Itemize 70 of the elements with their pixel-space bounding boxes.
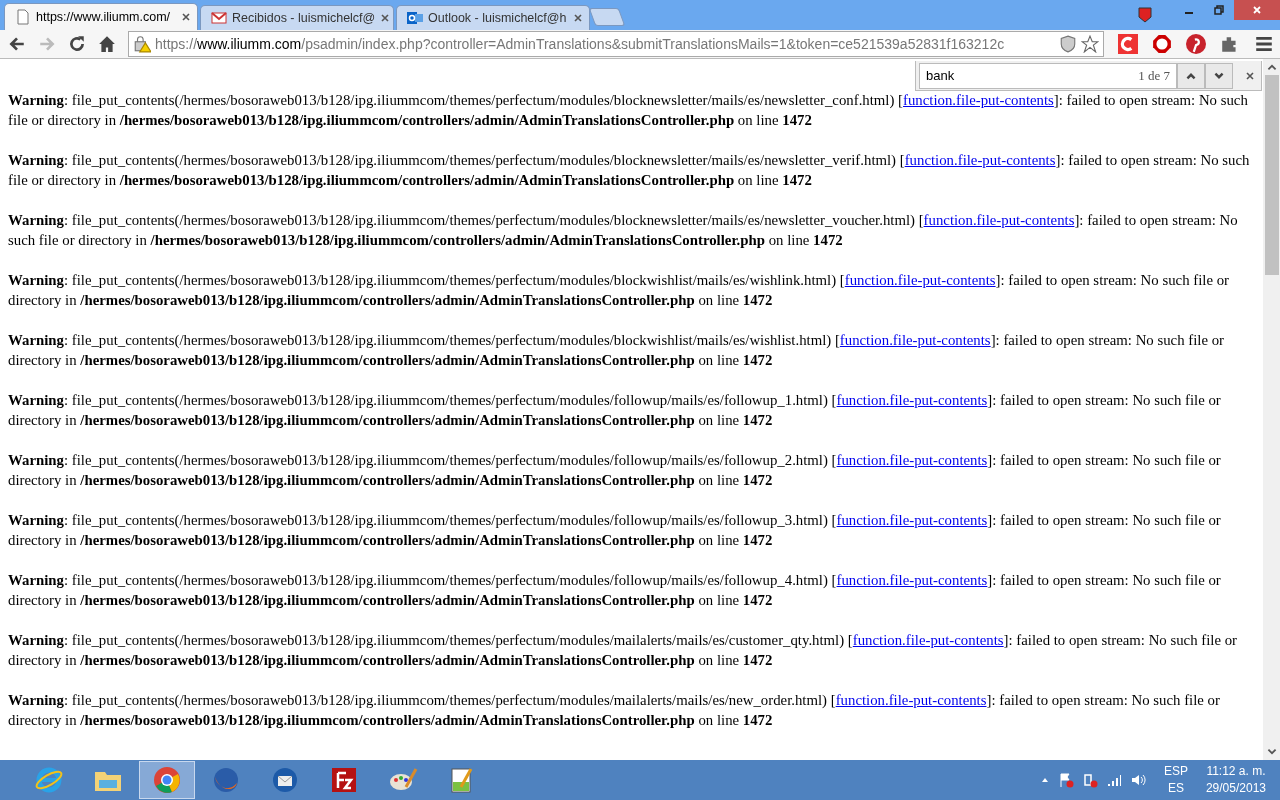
- extension-icon[interactable]: [1118, 34, 1138, 54]
- shield-icon[interactable]: [1138, 7, 1152, 23]
- browser-e-icon: [34, 765, 64, 795]
- signal-icon[interactable]: [1105, 772, 1122, 788]
- warning-message: Warning: file_put_contents(/hermes/bosoraweb013/b128/ipg.iliummcom/themes/perfectum/modules/followup/mails/es/followup_1.html) [function.file-put-contents]: failed to open stream: No such file or directory in /hermes/bosoraweb013/b128/ipg.iliummcom/controllers/admin/AdminTranslationsController.php on line 1472: [8, 391, 1222, 430]
- home-icon[interactable]: [98, 35, 116, 53]
- speaker-icon[interactable]: [1129, 772, 1146, 788]
- function-link[interactable]: function.file-put-contents: [844, 272, 996, 288]
- restore-icon: [1214, 5, 1224, 15]
- next-match-button[interactable]: [1205, 62, 1233, 89]
- clock[interactable]: 11:12 a. m. 29/05/2013: [1205, 763, 1266, 797]
- scrollbar[interactable]: [1263, 59, 1280, 760]
- stop-hand-icon[interactable]: [1152, 34, 1172, 54]
- ftp-fz-icon: [329, 765, 359, 795]
- outlook-icon: [407, 10, 423, 26]
- warning-message: Warning: file_put_contents(/hermes/bosoraweb013/b128/ipg.iliummcom/themes/perfectum/modules/followup/mails/es/followup_2.html) [function.file-put-contents]: failed to open stream: No such file or directory in /hermes/bosoraweb013/b128/ipg.iliummcom/controllers/admin/AdminTranslationsController.php on line 1472: [8, 451, 1222, 490]
- function-link[interactable]: function.file-put-contents: [835, 692, 987, 708]
- star-icon[interactable]: [1081, 35, 1099, 53]
- pin-logo-icon[interactable]: [1186, 34, 1206, 54]
- reload-icon[interactable]: [68, 35, 86, 53]
- plug-error-icon[interactable]: [1081, 772, 1098, 788]
- function-link[interactable]: function.file-put-contents: [836, 452, 988, 468]
- minimize-icon: [1184, 12, 1194, 14]
- warning-message: Warning: file_put_contents(/hermes/bosoraweb013/b128/ipg.iliummcom/themes/perfectum/modules/followup/mails/es/followup_3.html) [function.file-put-contents]: failed to open stream: No such file or directory in /hermes/bosoraweb013/b128/ipg.iliummcom/controllers/admin/AdminTranslationsController.php on line 1472: [8, 511, 1222, 550]
- close-button[interactable]: [1234, 0, 1280, 20]
- close-icon[interactable]: [181, 12, 191, 22]
- page-icon: [15, 9, 31, 25]
- scrollbar-thumb[interactable]: [1264, 75, 1279, 275]
- browser-tab[interactable]: https://www.iliumm.com/: [4, 3, 198, 30]
- function-link[interactable]: function.file-put-contents: [904, 152, 1056, 168]
- chrome-icon: [152, 765, 182, 795]
- back-icon[interactable]: [8, 35, 26, 53]
- warning-message: Warning: file_put_contents(/hermes/bosoraweb013/b128/ipg.iliummcom/themes/perfectum/modules/followup/mails/es/followup_4.html) [function.file-put-contents]: failed to open stream: No such file or directory in /hermes/bosoraweb013/b128/ipg.iliummcom/controllers/admin/AdminTranslationsController.php on line 1472: [8, 571, 1222, 610]
- find-field[interactable]: bank 1 de 7: [919, 62, 1177, 89]
- warning-message: Warning: file_put_contents(/hermes/bosoraweb013/b128/ipg.iliummcom/themes/perfectum/modules/blocknewsletter/mails/es/newsletter_verif.html) [function.file-put-contents]: failed to open stream: No such file or directory in /hermes/bosoraweb013/b128/ipg.iliummcom/controllers/admin/AdminTranslationsController.php on line 1472: [8, 151, 1251, 190]
- function-link[interactable]: function.file-put-contents: [852, 632, 1004, 648]
- function-link[interactable]: function.file-put-contents: [836, 572, 988, 588]
- previous-match-button[interactable]: [1177, 62, 1205, 89]
- taskbar-app[interactable]: [139, 761, 195, 799]
- function-link[interactable]: function.file-put-contents: [923, 212, 1075, 228]
- function-link[interactable]: function.file-put-contents: [836, 512, 988, 528]
- warning-message: Warning: file_put_contents(/hermes/bosoraweb013/b128/ipg.iliummcom/themes/perfectum/modules/blocknewsletter/mails/es/newsletter_conf.html) [function.file-put-contents]: failed to open stream: No such file or directory in /hermes/bosoraweb013/b128/ipg.iliummcom/controllers/admin/AdminTranslationsController.php on line 1472: [8, 91, 1249, 130]
- function-link[interactable]: function.file-put-contents: [836, 392, 988, 408]
- function-link[interactable]: function.file-put-contents: [903, 92, 1054, 108]
- menu-icon[interactable]: [1254, 34, 1274, 54]
- flag-error-icon[interactable]: [1057, 772, 1074, 788]
- close-icon[interactable]: [1245, 70, 1255, 81]
- lock-warning-icon: [133, 35, 151, 53]
- browser-tab[interactable]: Outlook - luismichelcf@h: [396, 5, 590, 30]
- warning-message: Warning: file_put_contents(/hermes/bosoraweb013/b128/ipg.iliummcom/themes/perfectum/modules/blockwishlist/mails/es/wishlink.html) [function.file-put-contents]: failed to open stream: No such file or directory in /hermes/bosoraweb013/b128/ipg.iliummcom/controllers/admin/AdminTranslationsController.php on line 1472: [8, 271, 1230, 310]
- warning-message: Warning: file_put_contents(/hermes/bosoraweb013/b128/ipg.iliummcom/themes/perfectum/modules/mailalerts/mails/es/new_order.html) [function.file-put-contents]: failed to open stream: No such file or directory in /hermes/bosoraweb013/b128/ipg.iliummcom/controllers/admin/AdminTranslationsController.php on line 1472: [8, 691, 1221, 730]
- tab-title: Recibidos - luismichelcf@: [232, 11, 376, 25]
- warning-message: Warning: file_put_contents(/hermes/bosoraweb013/b128/ipg.iliummcom/themes/perfectum/modules/mailalerts/mails/es/customer_qty.html) [function.file-put-contents]: failed to open stream: No such file or directory in /hermes/bosoraweb013/b128/ipg.iliummcom/controllers/admin/AdminTranslationsController.php on line 1472: [8, 631, 1238, 670]
- warning-message: Warning: file_put_contents(/hermes/bosoraweb013/b128/ipg.iliummcom/themes/perfectum/modules/blockwishlist/mails/es/wishlist.html) [function.file-put-contents]: failed to open stream: No such file or directory in /hermes/bosoraweb013/b128/ipg.iliummcom/controllers/admin/AdminTranslationsController.php on line 1472: [8, 331, 1226, 370]
- warning-message: Warning: file_put_contents(/hermes/bosoraweb013/b128/ipg.iliummcom/themes/perfectum/modules/blocknewsletter/mails/es/newsletter_voucher.html) [function.file-put-contents]: failed to open stream: No such file or directory in /hermes/bosoraweb013/b128/ipg.iliummcom/controllers/admin/AdminTranslationsController.php on line 1472: [8, 211, 1239, 250]
- globe-fox-icon: [211, 765, 241, 795]
- mail-icon: [211, 10, 227, 26]
- language-indicator[interactable]: ESP ES: [1163, 763, 1188, 797]
- shield-icon[interactable]: [1059, 35, 1077, 53]
- tab-title: https://www.iliumm.com/: [36, 10, 172, 24]
- tab-title: Outlook - luismichelcf@h: [428, 11, 568, 25]
- find-query: bank: [926, 68, 956, 83]
- close-icon[interactable]: [573, 13, 583, 23]
- function-link[interactable]: function.file-put-contents: [839, 332, 991, 348]
- close-icon[interactable]: [380, 13, 391, 23]
- browser-tab[interactable]: Recibidos - luismichelcf@: [200, 5, 394, 30]
- url-text: https://www.iliumm.com/psadmin/index.php?controller=AdminTranslations&submitTranslationsMails=1&token=ce521539a52831f163212c: [155, 36, 1006, 52]
- close-icon: [1252, 5, 1262, 15]
- address-bar[interactable]: https://www.iliumm.com/psadmin/index.php?controller=AdminTranslations&submitTranslationsMails=1&token=ce521539a52831f163212c: [128, 31, 1104, 57]
- match-count: 1 de 7: [1138, 67, 1170, 84]
